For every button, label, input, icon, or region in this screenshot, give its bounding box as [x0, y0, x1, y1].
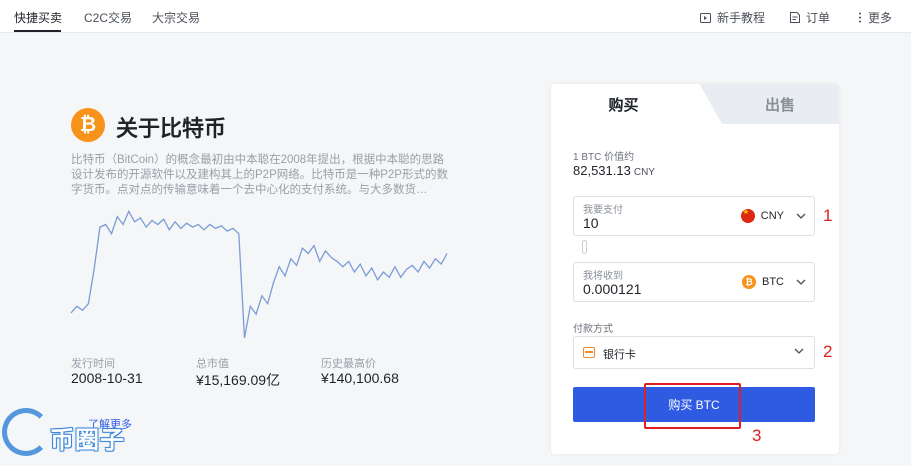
bitcoin-icon: ₿ [71, 108, 105, 142]
pay-currency-label: CNY [760, 210, 784, 222]
pay-amount-input[interactable] [583, 215, 723, 231]
coin-title: 关于比特币 [116, 116, 227, 141]
annotation-highlight-box [644, 383, 741, 429]
payment-method-select[interactable]: 银行卡 [573, 336, 815, 369]
receive-amount-field: 我将收到 ₿ BTC [573, 262, 815, 302]
bitcoin-small-icon: ₿ [742, 275, 756, 289]
pay-amount-field: 我要支付 CNY [573, 196, 815, 236]
market-cap-value: ¥15,169.09亿 [196, 372, 281, 388]
more-vertical-icon [859, 12, 861, 23]
reference-price-value: 82,531.13 [573, 163, 631, 178]
tab-c2c-trade[interactable]: C2C交易 [84, 9, 132, 26]
annotation-3: 3 [752, 426, 762, 445]
orders-link[interactable]: 订单 [790, 9, 830, 26]
receive-amount-label: 我将收到 [583, 271, 623, 282]
all-time-high-value: ¥140,100.68 [321, 370, 399, 386]
bank-card-icon [583, 347, 595, 358]
issue-date-label: 发行时间 [71, 358, 115, 370]
orders-label: 订单 [806, 11, 831, 25]
china-flag-icon [740, 208, 755, 223]
chevron-down-icon [796, 213, 806, 219]
market-cap-label: 总市值 [196, 358, 229, 370]
tab-buy[interactable]: 购买 [551, 84, 696, 124]
tab-quick-trade[interactable]: 快捷买卖 [14, 9, 62, 26]
annotation-1: 1 [823, 206, 833, 225]
price-line [70, 209, 448, 339]
pay-currency-select[interactable]: CNY [740, 208, 806, 223]
reference-price: 82,531.13 CNY [573, 163, 655, 178]
tutorial-link[interactable]: 新手教程 [700, 9, 765, 26]
reference-price-label: 1 BTC 价值约 [573, 152, 635, 163]
payment-method-label: 付款方式 [573, 324, 613, 335]
reference-price-unit: CNY [633, 167, 655, 178]
tab-sell[interactable]: 出售 [699, 84, 839, 124]
coin-description: 比特币（BitCoin）的概念最初由中本聪在2008年提出，根据中本聪的思路设计… [71, 154, 448, 196]
price-history-chart [70, 209, 448, 339]
receive-currency-label: BTC [762, 276, 784, 288]
all-time-high-label: 历史最高价 [321, 358, 376, 370]
pay-amount-label: 我要支付 [583, 205, 623, 216]
watermark-text: 币圈子 [50, 427, 125, 454]
more-link[interactable]: 更多 [858, 9, 892, 26]
issue-date-value: 2008-10-31 [71, 370, 143, 386]
chevron-down-icon [794, 348, 804, 354]
video-icon [700, 12, 711, 23]
document-icon [790, 12, 800, 23]
chevron-down-icon [796, 279, 806, 285]
annotation-2: 2 [823, 342, 833, 361]
tutorial-label: 新手教程 [717, 11, 766, 25]
receive-amount-input[interactable] [583, 281, 723, 297]
link-icon [582, 240, 587, 254]
more-label: 更多 [868, 11, 893, 25]
watermark-logo-icon [2, 408, 50, 456]
tab-block-trade[interactable]: 大宗交易 [152, 9, 200, 26]
top-nav: 快捷买卖 C2C交易 大宗交易 新手教程 订单 更多 [0, 0, 911, 33]
active-tab-indicator [14, 30, 61, 32]
receive-currency-select[interactable]: ₿ BTC [742, 275, 806, 289]
payment-method-value: 银行卡 [603, 349, 636, 361]
